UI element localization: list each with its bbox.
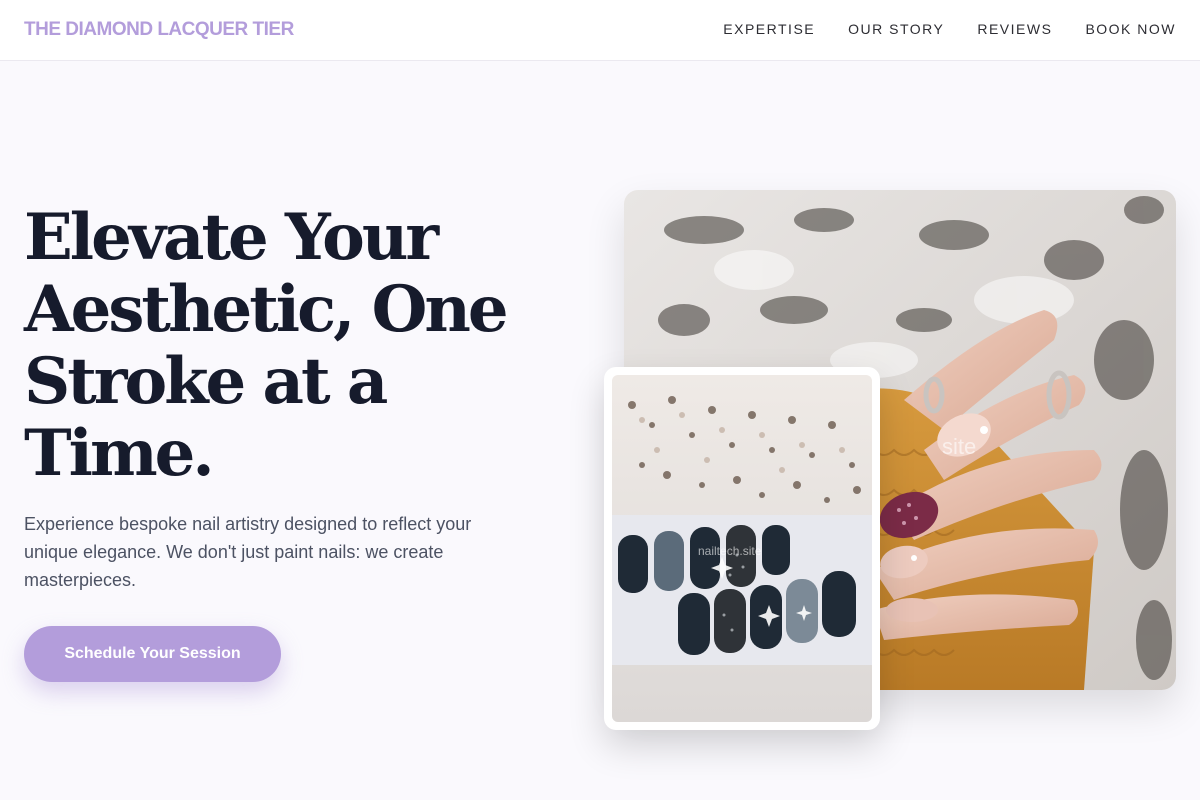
- schedule-session-button[interactable]: Schedule Your Session: [24, 626, 281, 682]
- hero-headline: Elevate Your Aesthetic, One Stroke at a …: [24, 200, 509, 491]
- hero-subtext: Experience bespoke nail artistry designe…: [24, 514, 472, 590]
- nav-links: EXPERTISE OUR STORY REVIEWS BOOK NOW: [690, 21, 1176, 37]
- inset-photo-card: nailtech.site: [604, 367, 880, 730]
- main-image-watermark: site: [942, 434, 976, 459]
- nav-link-our-story[interactable]: OUR STORY: [848, 21, 944, 37]
- brand-logo[interactable]: THE DIAMOND LACQUER TIER: [24, 19, 294, 41]
- press-on-nails-photo: nailtech.site: [612, 375, 872, 722]
- nav-link-expertise[interactable]: EXPERTISE: [723, 21, 815, 37]
- nav-link-reviews[interactable]: REVIEWS: [977, 21, 1052, 37]
- top-navbar: THE DIAMOND LACQUER TIER EXPERTISE OUR S…: [0, 0, 1200, 61]
- nav-link-book-now[interactable]: BOOK NOW: [1085, 21, 1176, 37]
- nail-set-illustration: nailtech.site: [612, 375, 872, 722]
- inset-image-watermark: nailtech.site: [698, 544, 762, 558]
